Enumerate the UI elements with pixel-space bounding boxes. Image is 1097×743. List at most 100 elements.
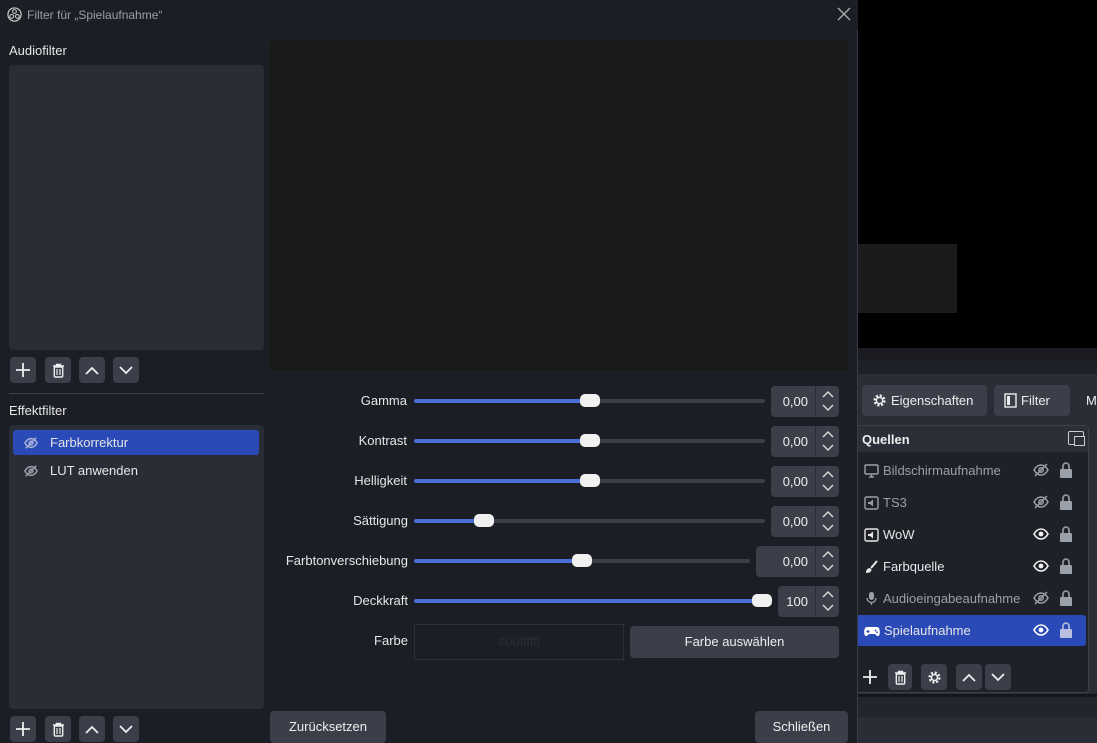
hue-shift-spinbox[interactable]: 0,00 xyxy=(756,546,839,577)
move-source-down-button[interactable] xyxy=(985,664,1011,690)
slider-handle[interactable] xyxy=(752,594,772,607)
gamma-slider[interactable] xyxy=(414,394,765,407)
filter-name: LUT anwenden xyxy=(50,463,138,478)
slider-fill xyxy=(414,479,590,483)
chevron-down-icon xyxy=(119,724,133,733)
remove-audio-filter-button[interactable] xyxy=(45,357,71,383)
spin-down-icon[interactable] xyxy=(822,444,834,452)
select-color-button[interactable]: Farbe auswählen xyxy=(630,626,839,658)
brightness-label: Helligkeit xyxy=(354,473,407,488)
eye-hidden-icon[interactable] xyxy=(1032,590,1050,606)
saturation-slider[interactable] xyxy=(414,514,765,527)
slider-fill xyxy=(414,559,582,563)
add-effect-filter-button[interactable] xyxy=(10,716,36,742)
chevron-up-icon xyxy=(85,366,99,375)
remove-effect-filter-button[interactable] xyxy=(45,716,71,742)
slider-handle[interactable] xyxy=(580,474,600,487)
spin-up-icon[interactable] xyxy=(822,470,834,478)
close-button[interactable]: Schließen xyxy=(755,711,848,743)
slider-handle[interactable] xyxy=(474,514,494,527)
contrast-slider[interactable] xyxy=(414,434,765,447)
spin-down-icon[interactable] xyxy=(822,604,834,612)
move-audio-filter-down-button[interactable] xyxy=(113,357,139,383)
spin-up-icon[interactable] xyxy=(822,430,834,438)
trash-icon xyxy=(894,670,906,685)
filter-dialog: Filter für „Spielaufnahme“ Audiofilter E… xyxy=(0,0,858,743)
window-title: Filter für „Spielaufnahme“ xyxy=(27,8,163,22)
move-effect-filter-down-button[interactable] xyxy=(113,716,139,742)
filter-item-farbkorrektur[interactable]: Farbkorrektur xyxy=(13,430,259,455)
spin-down-icon[interactable] xyxy=(822,564,834,572)
eye-icon[interactable] xyxy=(1032,622,1050,638)
opacity-slider[interactable] xyxy=(414,594,772,607)
properties-label: Eigenschaften xyxy=(891,393,974,408)
spin-down-icon[interactable] xyxy=(822,484,834,492)
source-item-spielaufnahme[interactable]: Spielaufnahme xyxy=(858,615,1086,646)
spin-down-icon[interactable] xyxy=(822,524,834,532)
lock-icon[interactable] xyxy=(1058,621,1074,639)
slider-handle[interactable] xyxy=(572,554,592,567)
plus-icon xyxy=(863,670,877,684)
source-item-ts3[interactable]: TS3 xyxy=(858,487,1086,518)
source-name: Bildschirmaufnahme xyxy=(883,463,1001,478)
move-audio-filter-up-button[interactable] xyxy=(79,357,105,383)
lock-icon[interactable] xyxy=(1058,493,1074,511)
main-divider xyxy=(858,348,1097,360)
spin-up-icon[interactable] xyxy=(822,590,834,598)
brightness-slider[interactable] xyxy=(414,474,765,487)
more-label[interactable]: M xyxy=(1086,393,1097,408)
audio-filters-list[interactable] xyxy=(9,65,264,350)
source-item-audioeingabeaufnahme[interactable]: Audioeingabeaufnahme xyxy=(858,583,1086,614)
eye-icon[interactable] xyxy=(1032,558,1050,574)
hue-shift-slider[interactable] xyxy=(414,554,750,567)
close-icon[interactable] xyxy=(836,6,852,22)
microphone-icon xyxy=(866,592,877,605)
spin-up-icon[interactable] xyxy=(822,390,834,398)
filter-name: Farbkorrektur xyxy=(50,435,129,450)
trash-icon xyxy=(52,722,64,737)
brightness-spinbox[interactable]: 0,00 xyxy=(771,466,839,497)
spin-down-icon[interactable] xyxy=(822,404,834,412)
sources-title: Quellen xyxy=(862,432,910,447)
effect-filters-label: Effektfilter xyxy=(9,403,67,418)
source-name: WoW xyxy=(883,527,915,542)
remove-source-button[interactable] xyxy=(888,664,912,690)
lock-icon[interactable] xyxy=(1058,461,1074,479)
source-properties-button[interactable] xyxy=(921,664,947,690)
add-audio-filter-button[interactable] xyxy=(10,357,36,383)
undock-icon[interactable] xyxy=(1068,431,1085,446)
chevron-down-icon xyxy=(119,365,133,374)
plus-icon xyxy=(16,722,30,736)
color-swatch: #00ffffff xyxy=(414,624,624,660)
eye-hidden-icon[interactable] xyxy=(23,464,39,478)
move-source-up-button[interactable] xyxy=(956,664,982,690)
source-item-wow[interactable]: WoW xyxy=(858,519,1086,550)
source-name: Spielaufnahme xyxy=(884,623,971,638)
saturation-spinbox[interactable]: 0,00 xyxy=(771,506,839,537)
filters-label: Filter xyxy=(1021,393,1050,408)
eye-hidden-icon[interactable] xyxy=(1032,494,1050,510)
filters-button[interactable]: Filter xyxy=(994,385,1070,416)
source-item-farbquelle[interactable]: Farbquelle xyxy=(858,551,1086,582)
add-source-button[interactable] xyxy=(858,664,882,690)
spin-up-icon[interactable] xyxy=(822,550,834,558)
eye-hidden-icon[interactable] xyxy=(1032,462,1050,478)
reset-button[interactable]: Zurücksetzen xyxy=(270,711,386,743)
properties-button[interactable]: Eigenschaften xyxy=(862,385,987,416)
opacity-spinbox[interactable]: 100 xyxy=(778,586,839,617)
eye-hidden-icon[interactable] xyxy=(23,436,39,450)
source-item-bildschirmaufnahme[interactable]: Bildschirmaufnahme xyxy=(858,455,1086,486)
opacity-value: 100 xyxy=(786,594,808,609)
lock-icon[interactable] xyxy=(1058,525,1074,543)
spin-up-icon[interactable] xyxy=(822,510,834,518)
contrast-spinbox[interactable]: 0,00 xyxy=(771,426,839,457)
move-effect-filter-up-button[interactable] xyxy=(79,716,105,742)
lock-icon[interactable] xyxy=(1058,557,1074,575)
slider-handle[interactable] xyxy=(580,394,600,407)
slider-handle[interactable] xyxy=(580,434,600,447)
contrast-value: 0,00 xyxy=(782,434,808,449)
gamma-spinbox[interactable]: 0,00 xyxy=(771,386,839,417)
filter-item-lut-anwenden[interactable]: LUT anwenden xyxy=(13,458,259,483)
eye-icon[interactable] xyxy=(1032,526,1050,542)
lock-icon[interactable] xyxy=(1058,589,1074,607)
